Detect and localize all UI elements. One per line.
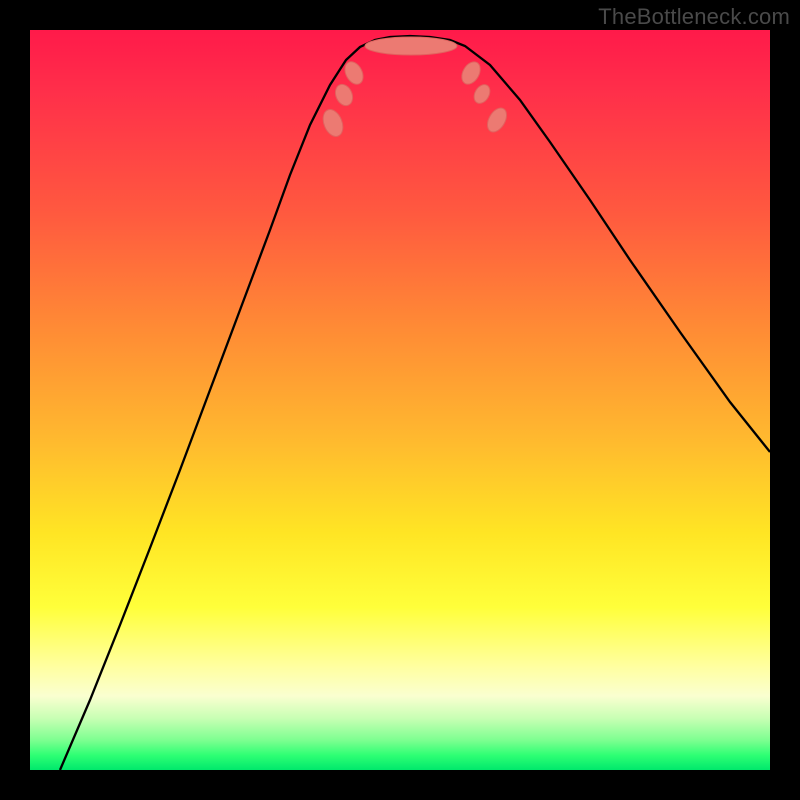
curve-markers <box>319 37 510 139</box>
marker-left-upper <box>319 107 346 140</box>
marker-right-mid <box>471 82 493 106</box>
marker-trough-bar <box>365 37 457 55</box>
bottleneck-curve-plot <box>30 30 770 770</box>
marker-left-mid <box>332 82 356 109</box>
bottleneck-curve <box>60 36 770 770</box>
chart-frame <box>30 30 770 770</box>
marker-right-lower <box>458 59 484 88</box>
watermark-text: TheBottleneck.com <box>598 4 790 30</box>
marker-right-upper <box>484 105 511 136</box>
